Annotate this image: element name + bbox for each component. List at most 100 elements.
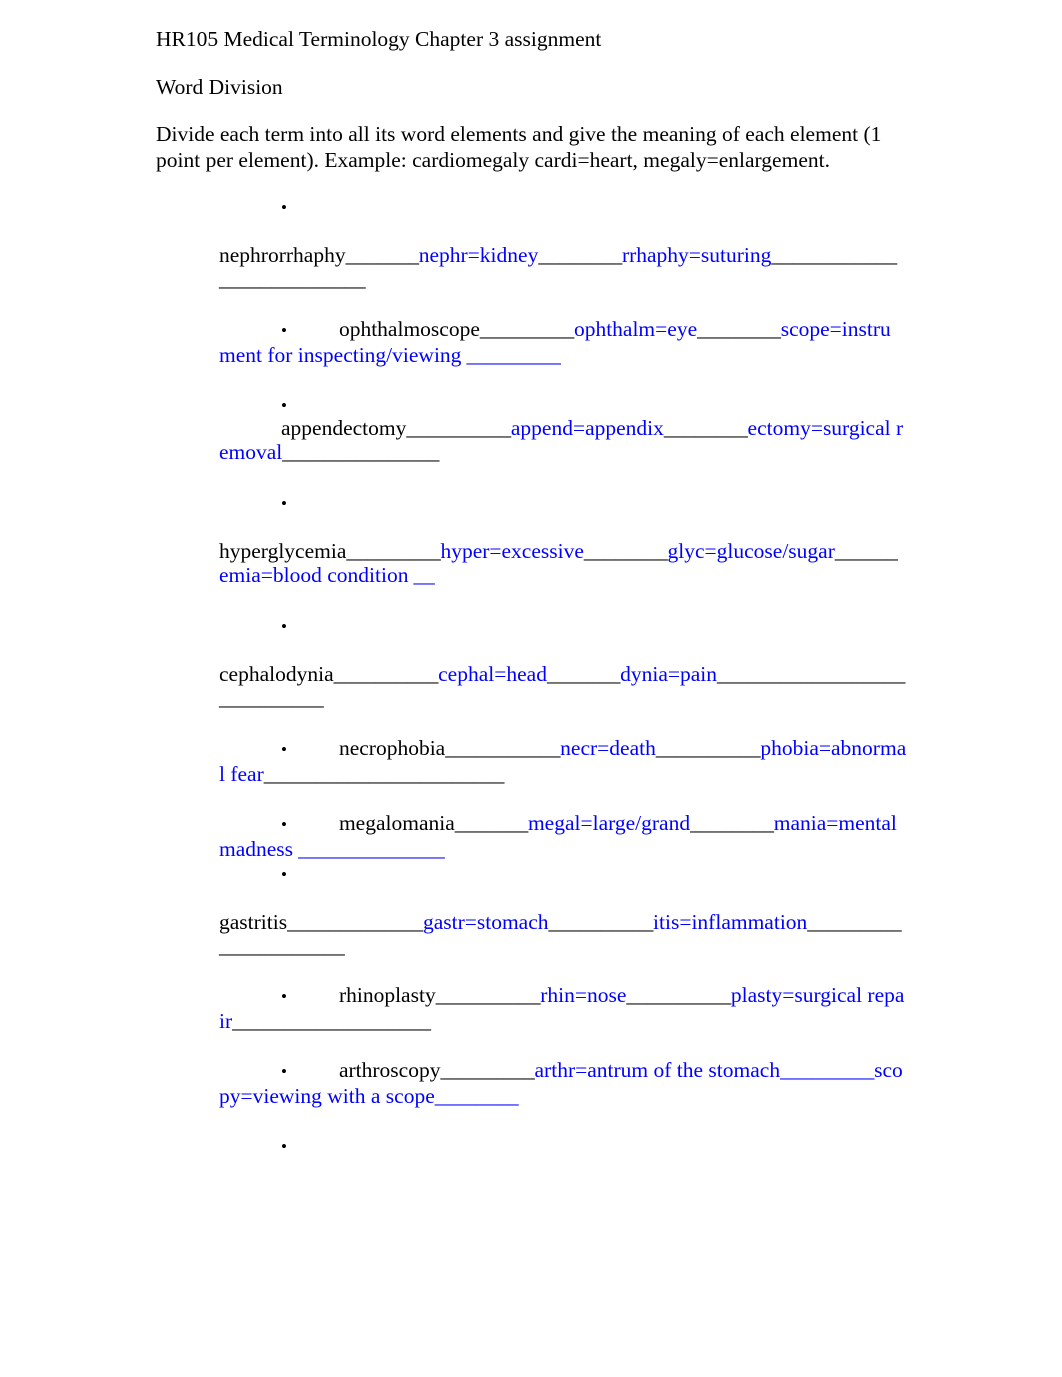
bullet-icon: • [281,494,287,513]
bullet-icon: • [281,198,287,217]
rule-line: _________ [479,317,574,341]
answer-text: dynia=pain [620,662,718,686]
list-item: • [219,1133,907,1157]
rule-line: ________ [690,811,774,835]
rule-line: _______________ [282,440,440,464]
item-gap [219,464,907,490]
list-bullet-row: • [219,613,907,637]
rule-line: ________ [663,416,748,440]
item-body: hyperglycemia_________hyper=excessive___… [219,539,907,587]
list-bullet-row: • [219,392,907,416]
rule-line: ________ [697,317,781,341]
document-content: HR105 Medical Terminology Chapter 3 assi… [0,0,1062,1157]
answer-text: necr=death [560,736,656,760]
term-label: necrophobia [338,736,446,760]
item-body: • necrophobia___________necr=death_______… [219,736,907,786]
bullet-icon: • [281,865,287,884]
rule-line: _________ [346,539,441,563]
document-page: HR105 Medical Terminology Chapter 3 assi… [0,0,1062,1377]
list-item: • cephalodynia__________cephal=head_____… [219,613,907,710]
bullet-icon: • [281,1062,287,1081]
bullet-icon: • [281,740,287,759]
rule-line-wrap: _________ [229,686,324,710]
item-gap [219,786,907,811]
bullet-icon: • [281,1137,287,1156]
item-body: • rhinoplasty __________rhin=nose _________… [219,983,907,1033]
list-item: • arthroscopy _________arthr=antrum of the… [219,1058,907,1108]
term-label: cephalodynia [219,662,334,686]
rule-line: _______ [454,811,528,835]
item-body: nephrorrhaphy_______nephr=kidney________… [219,243,907,291]
bullet-icon: • [281,396,287,415]
item-inner-spacer [219,514,907,539]
answer-text: cephal=head [438,662,547,686]
list-bullet-row: • [219,1133,907,1157]
instructions-line-2: point per element). Example: cardiomegal… [156,147,830,172]
bullet-icon: • [281,617,287,636]
item-body: gastritis_____________gastr=stomach_____… [219,910,907,958]
bullet-icon: • [281,321,287,340]
item-inner-spacer [219,637,907,662]
item-inner-spacer [219,218,907,243]
rule-line: ______________ [293,837,445,861]
rule-line: __________ [548,910,654,934]
answer-text: glyc=glucose/sugar [667,539,835,563]
rule-line: __________ [333,662,439,686]
list-bullet-row: • [219,490,907,514]
rule-line: ___________________ [232,1009,431,1033]
list-item: • megalomania_______megal=large/grand____… [219,811,907,861]
rule-line: ________ [538,243,622,267]
item-inner-spacer [219,885,907,910]
answer-text: ophthalm=eye [573,317,698,341]
answer-text: append=appendix [510,416,664,440]
list-item: • ophthalmoscope_________ophthalm=eye____… [219,317,907,367]
term-label: gastritis [219,910,288,934]
list-item: • gastritis_____________gastr=stomach___… [219,861,907,958]
header-body-spacer [0,173,1062,194]
term-label: arthroscopy [338,1058,441,1082]
rule-line: __________ [406,416,511,440]
answer-text: arthr=antrum of the stomach [534,1058,781,1082]
item-body: • arthroscopy _________arthr=antrum of the… [219,1058,907,1108]
term-label: hyperglycemia [219,539,347,563]
rule-line-wrap: _________ [271,267,366,291]
rule-line: __________ [655,736,761,760]
item-gap [219,710,907,736]
bullet-icon: • [281,815,287,834]
rule-line: __ [408,563,435,587]
answer-text: rrhaphy=suturing [621,243,772,267]
rule-line: ___________ [445,736,561,760]
item-gap [219,958,907,983]
list-bullet-row: • [219,194,907,218]
answer-text: emia=blood condition [219,563,409,587]
answer-text: itis=inflammation [653,910,808,934]
item-gap [219,1033,907,1058]
item-gap [219,587,907,613]
term-label: nephrorrhaphy [219,243,346,267]
item-gap [219,367,907,392]
item-body: • megalomania_______megal=large/grand____… [219,811,907,861]
term-label: megalomania [338,811,455,835]
answer-text: nephr=kidney [418,243,539,267]
rule-line: _______ [546,662,621,686]
item-gap [219,1108,907,1133]
list-bullet-row: • [219,861,907,885]
answer-text: hyper=excessive [440,539,584,563]
rule-line: ________ [583,539,668,563]
bullet-icon: • [281,987,287,1006]
rule-line: ________ [434,1084,519,1108]
page-title: HR105 Medical Terminology Chapter 3 assi… [156,27,602,51]
answer-text: megal=large/grand [527,811,691,835]
answer-text: gastr=stomach [422,910,549,934]
top-margin-spacer [0,0,1062,27]
list-item: • appendectomy__________append=appendix_… [219,392,907,464]
answer-text: rhin=nose [540,983,627,1007]
term-label: rhinoplasty [338,983,436,1007]
section-heading: Word Division [156,74,283,99]
list-item: • necrophobia___________necr=death_______… [219,736,907,786]
list-item: • nephrorrhaphy_______nephr=kidney______… [219,194,907,291]
rule-line: _______________________ [263,762,505,786]
rule-line: __________ [626,983,731,1007]
header-spacer-1 [156,53,912,75]
rule-line: _________ [780,1058,875,1082]
